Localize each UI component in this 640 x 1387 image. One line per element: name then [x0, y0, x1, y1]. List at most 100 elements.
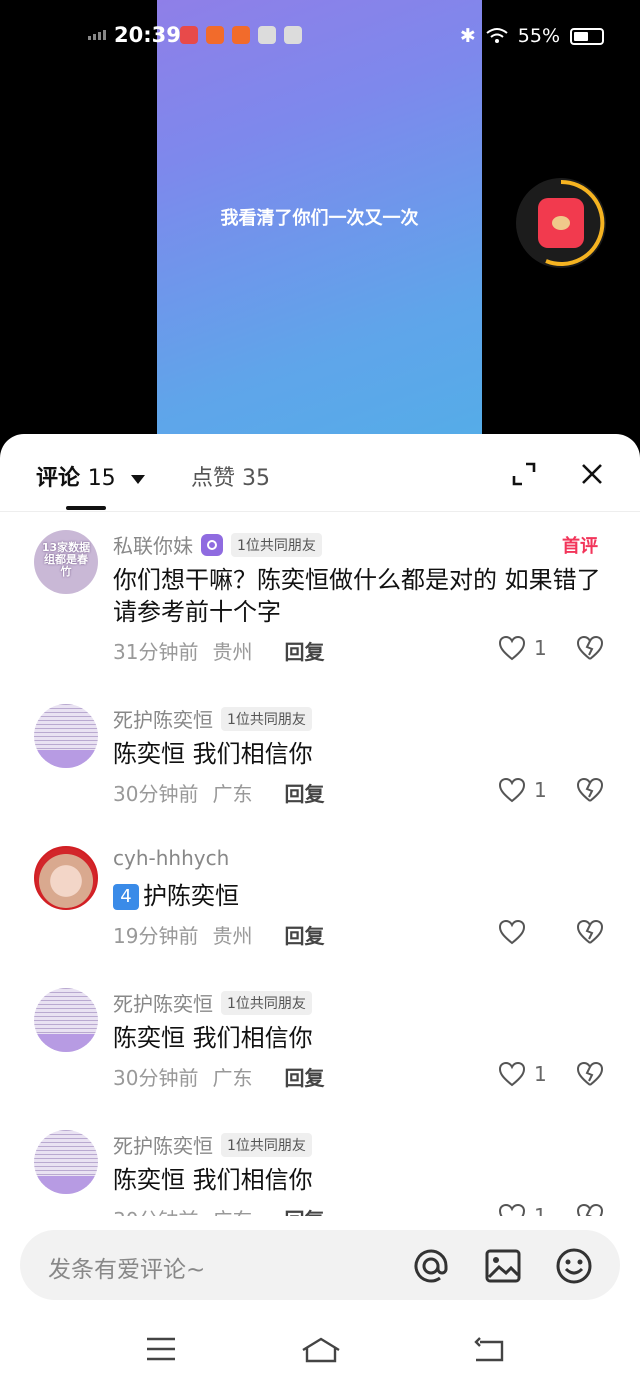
comment-sheet: 评论 15 点赞 35 13家数据组都是春竹 私联你妹 1位共同朋友 首评 你们… [0, 434, 640, 1387]
username-text: cyh-hhhych [113, 846, 230, 870]
wifi-icon [486, 28, 508, 43]
comment-username[interactable]: 私联你妹 1位共同朋友 [113, 530, 322, 559]
reply-button[interactable]: 回复 [284, 920, 324, 949]
app-icon-1 [180, 26, 198, 44]
broken-heart-icon[interactable] [576, 635, 604, 661]
comment-text: 陈奕恒 我们相信你 [113, 1166, 313, 1194]
emoji-icon[interactable] [555, 1247, 593, 1285]
reply-button[interactable]: 回复 [284, 1204, 324, 1216]
tab-likes[interactable]: 点赞 35 [191, 460, 270, 492]
like-button[interactable] [498, 919, 534, 945]
comment-location: 广东 [212, 782, 253, 806]
avatar[interactable] [34, 704, 98, 768]
comment-time: 30分钟前 [113, 782, 199, 806]
username-text: 死护陈奕恒 [113, 992, 213, 1016]
comment-time: 30分钟前 [113, 1204, 198, 1216]
tab-comments-count: 15 [87, 466, 116, 491]
mutual-friend-tag: 1位共同朋友 [221, 1132, 312, 1157]
like-button[interactable]: 1 [498, 777, 547, 803]
home-icon[interactable] [299, 1336, 343, 1364]
username-text: 死护陈奕恒 [113, 1134, 213, 1158]
comment-item: 死护陈奕恒 1位共同朋友 陈奕恒 我们相信你 30分钟前 广东 回复 1 [0, 972, 640, 1112]
avatar-text: 13家数据组都是春竹 [41, 541, 91, 578]
expand-icon[interactable] [512, 462, 536, 486]
mutual-friend-tag: 1位共同朋友 [231, 532, 322, 557]
broken-heart-icon[interactable] [576, 919, 604, 945]
like-button[interactable]: 1 [498, 1061, 547, 1087]
status-time: 20:39 [114, 23, 181, 47]
like-button[interactable]: 1 [498, 1203, 547, 1216]
tab-underline [66, 506, 106, 510]
comment-time: 19分钟前 [113, 924, 199, 948]
app-icon-2 [206, 26, 224, 44]
image-icon[interactable] [484, 1247, 522, 1285]
keycap-digit-emoji: 4 [113, 884, 139, 910]
comment-location: 贵州 [212, 640, 253, 664]
caret-down-icon [131, 474, 146, 484]
video-caption: 我看清了你们一次又一次 [220, 208, 419, 229]
comment-input-bar[interactable]: 发条有爱评论~ [20, 1230, 620, 1300]
comment-meta: 30分钟前 广东 回复 [113, 1204, 324, 1216]
reply-button[interactable]: 回复 [284, 636, 324, 665]
tab-likes-label: 点赞 [191, 466, 236, 491]
comment-item: 13家数据组都是春竹 私联你妹 1位共同朋友 首评 你们想干嘛？陈奕恒做什么都是… [0, 514, 640, 664]
comment-meta: 19分钟前 贵州 回复 [113, 920, 324, 949]
close-icon[interactable] [580, 462, 604, 486]
comment-list[interactable]: 13家数据组都是春竹 私联你妹 1位共同朋友 首评 你们想干嘛？陈奕恒做什么都是… [0, 514, 640, 1216]
red-envelope-icon [538, 198, 584, 248]
heart-icon [498, 1203, 526, 1216]
battery-icon [570, 27, 604, 45]
broken-heart-icon[interactable] [576, 1203, 604, 1216]
app-icon-4 [258, 26, 276, 44]
like-count: 1 [534, 1062, 547, 1086]
tab-comments[interactable]: 评论 15 [36, 460, 146, 492]
bluetooth-icon: ✱ [459, 25, 476, 47]
notification-icons [180, 26, 302, 44]
broken-heart-icon[interactable] [576, 777, 604, 803]
comment-text: 4 护陈奕恒 [113, 880, 603, 912]
avatar[interactable] [34, 1130, 98, 1194]
avatar[interactable]: 13家数据组都是春竹 [34, 530, 98, 594]
mutual-friend-tag: 1位共同朋友 [221, 990, 312, 1015]
status-bar: 20:39 ✱ 55% [0, 0, 640, 72]
comment-item: 死护陈奕恒 1位共同朋友 陈奕恒 我们相信你 30分钟前 广东 回复 1 [0, 1114, 640, 1216]
comment-text: 陈奕恒 我们相信你 [113, 1024, 313, 1052]
heart-icon [498, 1061, 526, 1087]
comment-meta: 30分钟前 广东 回复 [113, 1062, 324, 1091]
comment-location: 广东 [212, 1066, 253, 1090]
app-icon-3 [232, 26, 250, 44]
red-packet-button[interactable] [516, 178, 606, 268]
reply-button[interactable]: 回复 [284, 1062, 324, 1091]
reply-button[interactable]: 回复 [284, 778, 324, 807]
menu-icon[interactable] [145, 1336, 177, 1362]
comment-text-body: 护陈奕恒 [143, 882, 239, 910]
comment-item: 死护陈奕恒 1位共同朋友 陈奕恒 我们相信你 30分钟前 广东 回复 1 [0, 688, 640, 828]
comment-item: cyh-hhhych 4 护陈奕恒 19分钟前 贵州 回复 [0, 830, 640, 970]
heart-icon [498, 919, 526, 945]
tab-comments-label: 评论 [36, 466, 81, 491]
avatar[interactable] [34, 988, 98, 1052]
app-icon-5 [284, 26, 302, 44]
comment-text: 陈奕恒 我们相信你 [113, 740, 313, 768]
broken-heart-icon[interactable] [576, 1061, 604, 1087]
comment-username[interactable]: 死护陈奕恒 1位共同朋友 [113, 704, 312, 733]
battery-percent: 55% [517, 25, 560, 47]
back-icon[interactable] [472, 1336, 504, 1362]
comment-time: 30分钟前 [113, 1066, 199, 1090]
first-comment-tag: 首评 [562, 536, 598, 557]
comment-text: 你们想干嘛？陈奕恒做什么都是对的 如果错了请参考前十个字 [113, 566, 601, 626]
comment-username[interactable]: 死护陈奕恒 1位共同朋友 [113, 988, 312, 1017]
comment-username[interactable]: cyh-hhhych [113, 846, 229, 870]
tab-likes-count: 35 [242, 466, 271, 491]
avatar[interactable] [34, 846, 98, 910]
like-button[interactable]: 1 [498, 635, 547, 661]
username-text: 死护陈奕恒 [113, 708, 213, 732]
comment-input-placeholder[interactable]: 发条有爱评论~ [48, 1250, 205, 1284]
comment-meta: 31分钟前 贵州 回复 [113, 636, 324, 665]
like-count: 1 [534, 778, 547, 802]
mention-icon[interactable] [412, 1247, 450, 1285]
heart-icon [498, 635, 526, 661]
comment-location: 贵州 [212, 924, 253, 948]
sheet-header: 评论 15 点赞 35 [0, 434, 640, 512]
comment-username[interactable]: 死护陈奕恒 1位共同朋友 [113, 1130, 312, 1159]
